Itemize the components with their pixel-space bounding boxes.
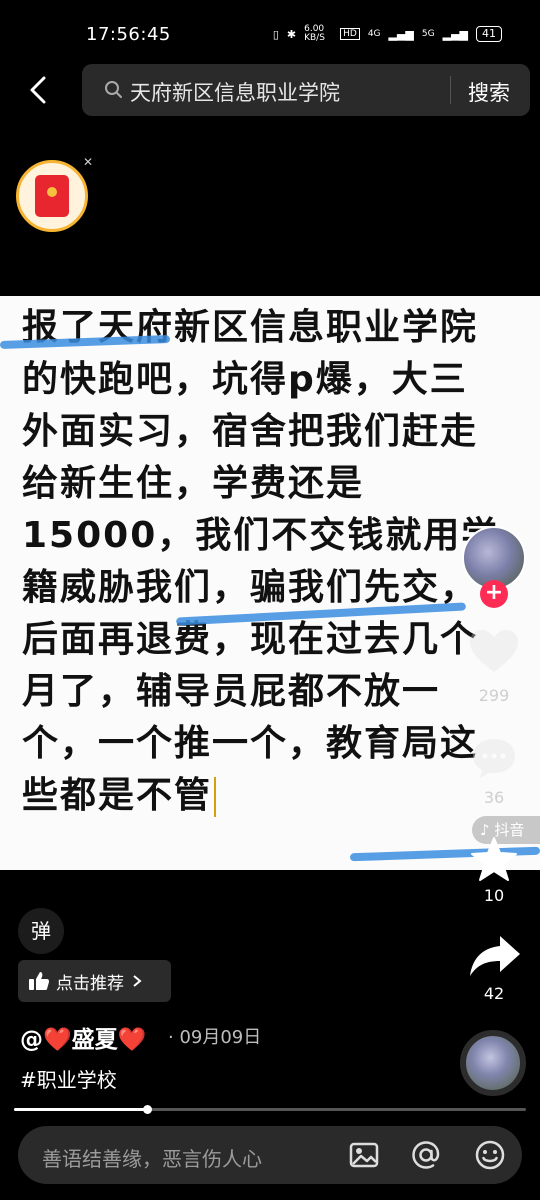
caption-line: 的快跑吧，坑得p爆，大三 bbox=[22, 359, 468, 400]
caption-line: 些都是不管 bbox=[22, 775, 213, 816]
like-count: 299 bbox=[478, 686, 510, 705]
music-disc[interactable] bbox=[460, 1030, 526, 1096]
back-arrow-icon[interactable] bbox=[24, 72, 54, 108]
envelope-seal bbox=[47, 187, 57, 197]
red-envelope-icon bbox=[35, 175, 69, 217]
status-bar: 17:56:45 ▯ ✱ 6.00 KB/S HD 4G ▂▄▆ 5G ▂▄▆ … bbox=[0, 0, 540, 60]
signal-4g: 4G bbox=[367, 29, 381, 39]
hashtag-link[interactable]: #职业学校 bbox=[20, 1064, 117, 1093]
caption-line: 个，一个推一个，教育局这 bbox=[22, 723, 479, 764]
caption-line: 后面再退费，现在过去几个 bbox=[22, 619, 479, 660]
caption-line: 报了天府新区信息职业学院 bbox=[22, 307, 479, 348]
heart-icon[interactable] bbox=[468, 628, 520, 676]
signal-icon-2: ▂▄▆ bbox=[442, 27, 468, 41]
signal-icon: ▂▄▆ bbox=[388, 27, 414, 41]
signal-5g: 5G bbox=[421, 29, 435, 39]
favorite-count: 10 bbox=[483, 886, 505, 905]
follow-button[interactable]: + bbox=[480, 580, 508, 608]
caption-last-line: 些都是不管 bbox=[22, 770, 502, 822]
progress-fill bbox=[14, 1108, 148, 1111]
caption-line: 给新生住，学费还是 bbox=[22, 463, 365, 504]
chevron-right-icon bbox=[133, 975, 142, 987]
emoji-icon[interactable] bbox=[474, 1139, 506, 1171]
search-divider bbox=[450, 76, 451, 104]
caption-line: 15000，我们不交钱就用学 bbox=[22, 515, 500, 556]
recommend-button[interactable]: 点击推荐 bbox=[18, 960, 171, 1002]
search-button[interactable]: 搜索 bbox=[468, 77, 510, 107]
recommend-label: 点击推荐 bbox=[56, 973, 124, 994]
hd-badge: HD bbox=[340, 28, 360, 40]
vibrate-icon: ▯ bbox=[272, 27, 279, 41]
search-icon bbox=[105, 81, 122, 98]
progress-knob[interactable] bbox=[143, 1105, 153, 1114]
status-icons: ▯ ✱ 6.00 KB/S HD 4G ▂▄▆ 5G ▂▄▆ 41 bbox=[273, 25, 502, 43]
comment-icon[interactable] bbox=[470, 736, 518, 780]
share-arrow-icon[interactable] bbox=[468, 934, 522, 978]
red-envelope-widget[interactable] bbox=[16, 160, 88, 232]
video-player[interactable]: 报了天府新区信息职业学院 的快跑吧，坑得p爆，大三 外面实习，宿舍把我们赶走 给… bbox=[0, 296, 540, 870]
status-time: 17:56:45 bbox=[86, 24, 171, 45]
comment-input[interactable]: 善语结善缘，恶言伤人心 bbox=[42, 1143, 262, 1172]
author-name[interactable]: @❤️盛夏❤️ bbox=[20, 1020, 146, 1054]
search-input[interactable]: 天府新区信息职业学院 bbox=[130, 77, 340, 107]
danmu-toggle-button[interactable]: 弹 bbox=[18, 908, 64, 954]
video-caption: 报了天府新区信息职业学院 的快跑吧，坑得p爆，大三 外面实习，宿舍把我们赶走 给… bbox=[22, 302, 502, 822]
caption-line: 月了，辅导员屁都不放一 bbox=[22, 671, 441, 712]
progress-bar[interactable] bbox=[14, 1105, 526, 1114]
thumbs-up-icon bbox=[29, 972, 49, 990]
comment-count: 36 bbox=[483, 788, 505, 807]
image-icon[interactable] bbox=[348, 1139, 380, 1171]
bluetooth-icon: ✱ bbox=[286, 27, 297, 41]
mention-at-icon[interactable] bbox=[410, 1139, 442, 1171]
share-count: 42 bbox=[483, 984, 505, 1003]
text-caret bbox=[214, 777, 217, 817]
close-icon[interactable]: ✕ bbox=[83, 155, 93, 169]
net-speed: 6.00 KB/S bbox=[304, 24, 325, 43]
battery-icon: 41 bbox=[476, 26, 502, 42]
favorite-star-icon[interactable] bbox=[470, 836, 518, 882]
caption-line: 外面实习，宿舍把我们赶走 bbox=[22, 411, 479, 452]
post-date: · 09月09日 bbox=[168, 1027, 262, 1048]
